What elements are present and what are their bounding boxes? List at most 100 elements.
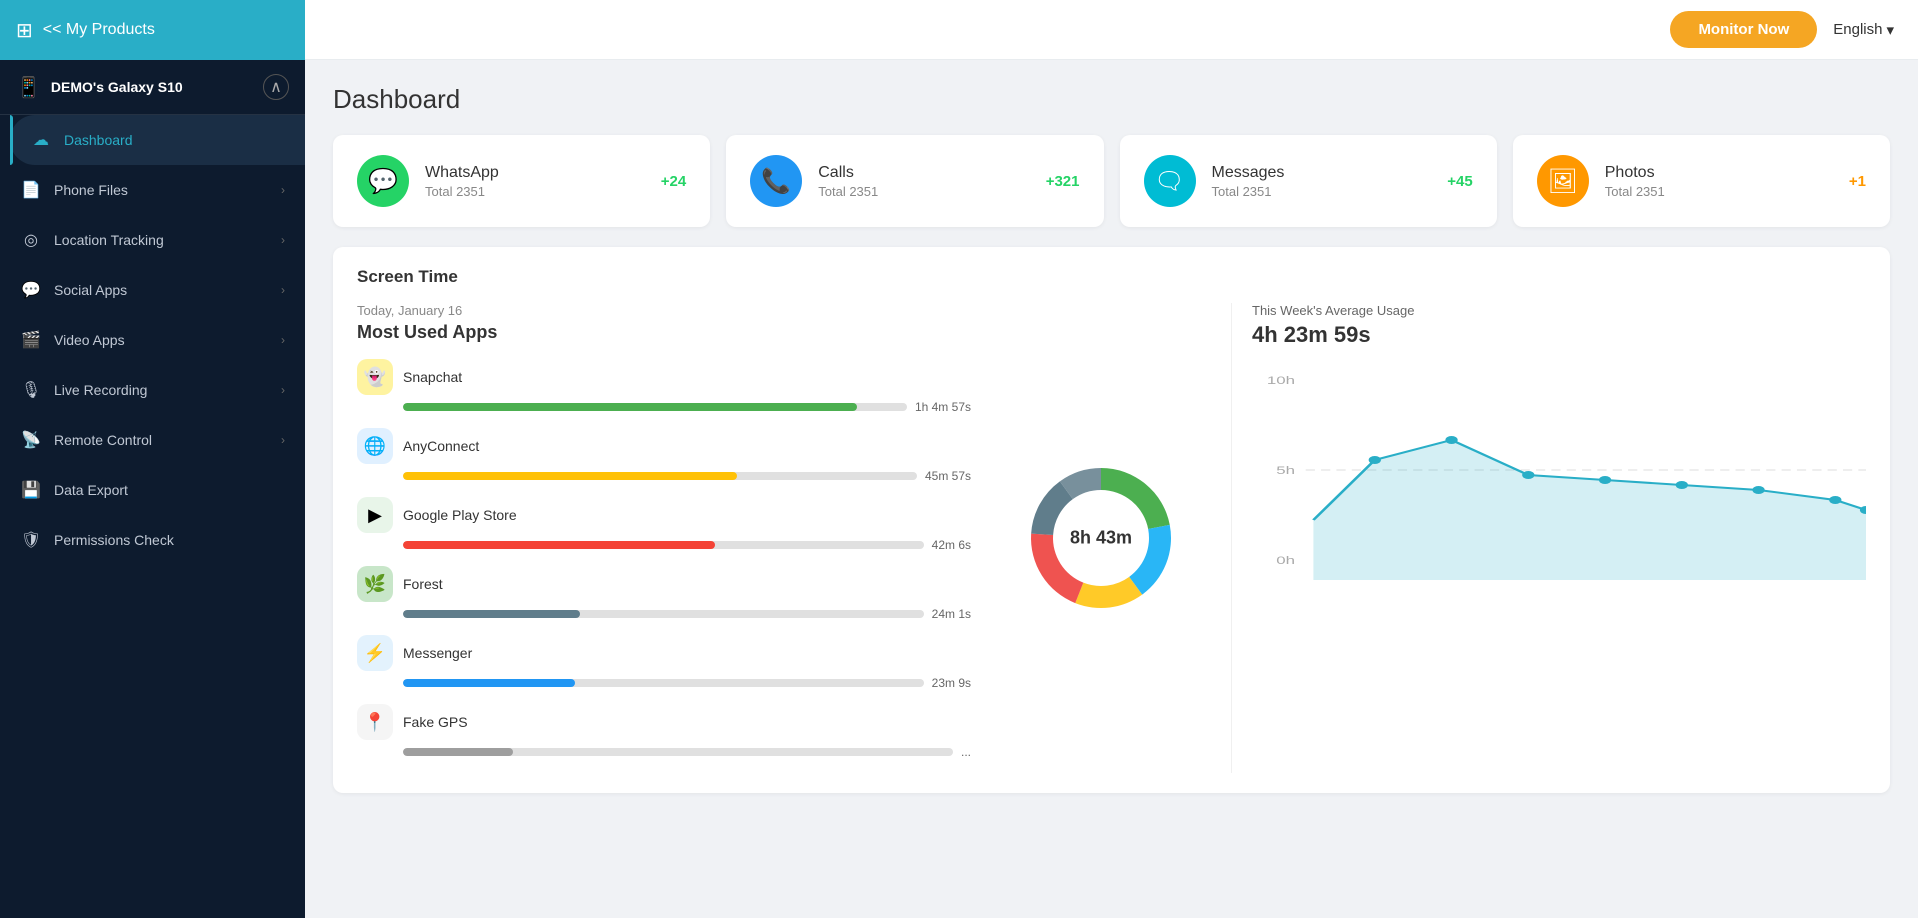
date-label: Today, January 16	[357, 303, 971, 318]
stat-total: Total 2351	[818, 184, 1029, 199]
dashboard-content: Dashboard 💬 WhatsApp Total 2351 +24 📞 Ca…	[305, 60, 1918, 918]
stat-delta: +1	[1849, 173, 1866, 190]
app-icon: ▶	[357, 497, 393, 533]
sidebar-item-permissions-check[interactable]: 🛡 Permissions Check	[0, 515, 305, 565]
app-header: ▶ Google Play Store	[357, 497, 971, 533]
sidebar-item-label-social-apps: Social Apps	[54, 282, 281, 298]
app-icon: 🌐	[357, 428, 393, 464]
live-recording-icon: 🎙	[20, 379, 42, 401]
weekly-chart: 10h5h0h	[1252, 360, 1866, 580]
donut-chart: 8h 43m	[1006, 443, 1196, 633]
stat-delta: +45	[1447, 173, 1472, 190]
app-name: Messenger	[403, 645, 472, 661]
language-selector[interactable]: English ▾	[1833, 21, 1894, 39]
app-bar-fill	[403, 610, 580, 618]
monitor-now-button[interactable]: Monitor Now	[1670, 11, 1817, 48]
stat-text-photos: Photos Total 2351	[1605, 164, 1833, 199]
sidebar-nav: ☁ Dashboard 📄 Phone Files › ◎ Location T…	[0, 115, 305, 565]
grid-icon: ⊞	[16, 18, 33, 43]
stat-card-calls: 📞 Calls Total 2351 +321	[726, 135, 1103, 227]
app-bar-fill	[403, 541, 715, 549]
chevron-down-icon: ▾	[1886, 21, 1894, 39]
chart-point	[1522, 471, 1534, 479]
device-section: 📱 DEMO's Galaxy S10 ∧	[0, 60, 305, 115]
app-item-messenger: ⚡ Messenger 23m 9s	[357, 635, 971, 690]
chevron-right-icon: ›	[281, 383, 285, 397]
app-name: Fake GPS	[403, 714, 468, 730]
donut-segment	[1129, 525, 1171, 595]
screen-time-section: Screen Time Today, January 16 Most Used …	[333, 247, 1890, 793]
sidebar-item-live-recording[interactable]: 🎙 Live Recording ›	[0, 365, 305, 415]
sidebar-item-social-apps[interactable]: 💬 Social Apps ›	[0, 265, 305, 315]
app-bar-bg	[403, 610, 924, 618]
device-icon: 📱	[16, 75, 41, 100]
stat-card-messages: 🗨 Messages Total 2351 +45	[1120, 135, 1497, 227]
stat-text-whatsapp: WhatsApp Total 2351	[425, 164, 645, 199]
weekly-avg-value: 4h 23m 59s	[1252, 322, 1866, 348]
apps-column: Today, January 16 Most Used Apps 👻 Snapc…	[357, 303, 971, 773]
app-bar-bg	[403, 748, 953, 756]
app-header: 👻 Snapchat	[357, 359, 971, 395]
sidebar-item-label-permissions-check: Permissions Check	[54, 532, 285, 548]
chevron-right-icon: ›	[281, 333, 285, 347]
sidebar-item-video-apps[interactable]: 🎬 Video Apps ›	[0, 315, 305, 365]
chevron-right-icon: ›	[281, 283, 285, 297]
stat-total: Total 2351	[425, 184, 645, 199]
topbar: Monitor Now English ▾	[305, 0, 1918, 60]
chevron-right-icon: ›	[281, 433, 285, 447]
app-header: ⚡ Messenger	[357, 635, 971, 671]
app-bar-row: 45m 57s	[357, 469, 971, 483]
app-bar-row: 42m 6s	[357, 538, 971, 552]
app-item-anyconnect: 🌐 AnyConnect 45m 57s	[357, 428, 971, 483]
sidebar-item-phone-files[interactable]: 📄 Phone Files ›	[0, 165, 305, 215]
sidebar-item-label-remote-control: Remote Control	[54, 432, 281, 448]
screen-time-title: Screen Time	[357, 267, 1866, 287]
app-icon: 👻	[357, 359, 393, 395]
sidebar-item-label-video-apps: Video Apps	[54, 332, 281, 348]
device-info: 📱 DEMO's Galaxy S10	[16, 75, 183, 100]
app-bar-fill	[403, 679, 575, 687]
sidebar: ⊞ << My Products 📱 DEMO's Galaxy S10 ∧ ☁…	[0, 0, 305, 918]
stat-name: Messages	[1212, 164, 1432, 182]
stat-name: Calls	[818, 164, 1029, 182]
chart-point	[1599, 476, 1611, 484]
donut-segment	[1075, 577, 1142, 608]
messages-icon: 🗨	[1144, 155, 1196, 207]
chart-point	[1829, 496, 1841, 504]
app-icon: ⚡	[357, 635, 393, 671]
collapse-button[interactable]: ∧	[263, 74, 289, 100]
stat-total: Total 2351	[1605, 184, 1833, 199]
video-apps-icon: 🎬	[20, 329, 42, 351]
app-item-forest: 🌿 Forest 24m 1s	[357, 566, 971, 621]
app-bar-fill	[403, 748, 513, 756]
sidebar-item-location-tracking[interactable]: ◎ Location Tracking ›	[0, 215, 305, 265]
app-bar-bg	[403, 679, 924, 687]
stat-card-photos: 🖼 Photos Total 2351 +1	[1513, 135, 1890, 227]
sidebar-item-remote-control[interactable]: 📡 Remote Control ›	[0, 415, 305, 465]
stat-total: Total 2351	[1212, 184, 1432, 199]
remote-control-icon: 📡	[20, 429, 42, 451]
donut-center-label: 8h 43m	[1070, 528, 1132, 549]
weekly-column: This Week's Average Usage 4h 23m 59s 10h…	[1231, 303, 1866, 773]
photos-icon: 🖼	[1537, 155, 1589, 207]
sidebar-item-data-export[interactable]: 💾 Data Export	[0, 465, 305, 515]
stat-text-calls: Calls Total 2351	[818, 164, 1029, 199]
app-header: 🌐 AnyConnect	[357, 428, 971, 464]
chart-fill	[1313, 440, 1866, 580]
page-title: Dashboard	[333, 84, 1890, 115]
dashboard-icon: ☁	[30, 129, 52, 151]
app-bar-bg	[403, 472, 917, 480]
chevron-right-icon: ›	[281, 233, 285, 247]
app-bar-row: 24m 1s	[357, 607, 971, 621]
sidebar-item-dashboard[interactable]: ☁ Dashboard	[10, 115, 305, 165]
svg-text:5h: 5h	[1276, 465, 1295, 477]
phone-files-icon: 📄	[20, 179, 42, 201]
app-name: Snapchat	[403, 369, 462, 385]
app-item-fake-gps: 📍 Fake GPS ...	[357, 704, 971, 759]
stat-text-messages: Messages Total 2351	[1212, 164, 1432, 199]
svg-text:10h: 10h	[1267, 375, 1295, 387]
location-tracking-icon: ◎	[20, 229, 42, 251]
most-used-title: Most Used Apps	[357, 322, 971, 343]
app-bar-row: 1h 4m 57s	[357, 400, 971, 414]
app-item-google-play-store: ▶ Google Play Store 42m 6s	[357, 497, 971, 552]
